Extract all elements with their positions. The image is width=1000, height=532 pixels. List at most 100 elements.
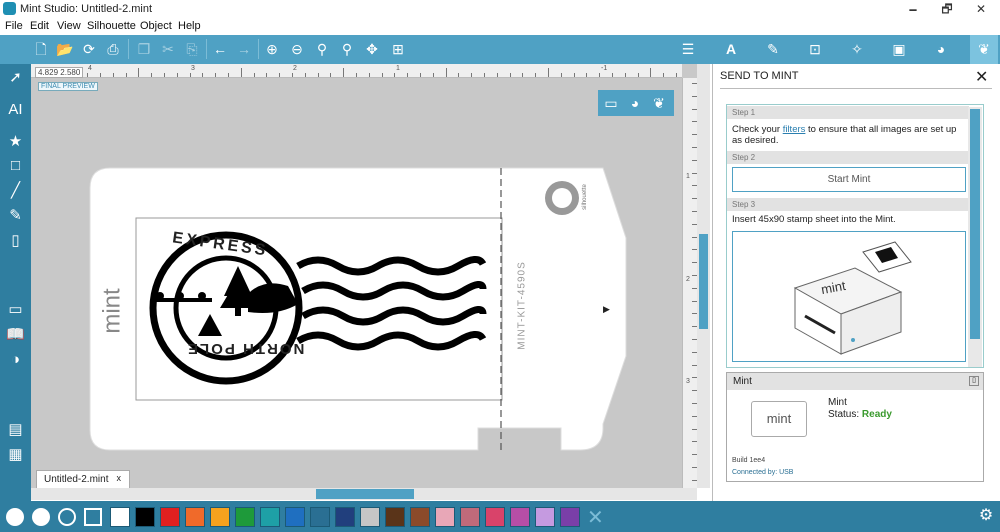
vertical-scrollbar[interactable] (697, 64, 710, 488)
palette-icon[interactable]: ◕ (932, 40, 950, 58)
menu-file[interactable]: File (5, 20, 23, 32)
new-file-icon[interactable]: 🗋 (32, 40, 50, 58)
redo-icon[interactable]: → (235, 40, 253, 58)
magic-wand-icon[interactable]: ✧ (848, 40, 866, 58)
color-swatch[interactable] (510, 507, 530, 527)
cut-icon[interactable]: ✂ (159, 40, 177, 58)
undo-icon[interactable]: ← (211, 40, 229, 58)
star-tool-icon[interactable]: ★ (5, 132, 26, 152)
line-style-icon[interactable]: ✎ (764, 40, 782, 58)
tab-close-icon[interactable]: x (117, 473, 122, 483)
color-palette-bar: ✕ (0, 501, 1000, 532)
color-swatch[interactable] (310, 507, 330, 527)
minimize-button[interactable]: 🗕 (896, 0, 930, 18)
maximize-button[interactable]: 🗗 (930, 0, 964, 18)
no-fill-icon[interactable] (58, 508, 76, 526)
text-tool-icon[interactable]: AI (5, 100, 26, 120)
select-tool-icon[interactable]: ➚ (5, 68, 26, 88)
build-label: Build 1ee4 (732, 457, 766, 464)
rectangle-tool-icon[interactable]: □ (5, 156, 26, 176)
design-view-icon[interactable]: ▭ (601, 93, 621, 113)
line-color-icon[interactable] (32, 508, 50, 526)
menu-help[interactable]: Help (178, 20, 201, 32)
main-toolbar: 🗋 📂 ⟳ ⎙ ❐ ✂ ⎘ ← → ⊕ ⊖ ⚲ ⚲ ✥ ⊞ ☰ A ✎ ⊡ ✧ … (0, 35, 1000, 64)
page-view-icon[interactable]: ▭ (5, 300, 26, 320)
color-swatch[interactable] (260, 507, 280, 527)
store-icon[interactable]: ◑ (5, 350, 26, 370)
color-swatch[interactable] (135, 507, 155, 527)
copy-icon[interactable]: ❐ (135, 40, 153, 58)
fit-to-page-icon[interactable]: ⊞ (389, 40, 407, 58)
panel-close-icon[interactable]: ✕ (975, 67, 988, 87)
color-swatch[interactable] (335, 507, 355, 527)
library-icon[interactable]: ⟳ (80, 40, 98, 58)
divider (720, 88, 992, 89)
horizontal-scrollbar[interactable] (31, 488, 697, 500)
eraser-tool-icon[interactable]: ▯ (5, 231, 26, 251)
color-swatch[interactable] (235, 507, 255, 527)
color-view-icon[interactable]: ◕ (625, 93, 645, 113)
crop-icon[interactable]: ⊡ (806, 40, 824, 58)
draw-tool-icon[interactable]: ✎ (5, 206, 26, 226)
fill-tool-icon[interactable] (6, 508, 24, 526)
vertical-scroll-thumb[interactable] (699, 234, 708, 329)
no-color-icon[interactable]: ✕ (587, 505, 604, 530)
print-icon[interactable]: ⎙ (104, 40, 122, 58)
start-mint-button[interactable]: Start Mint (732, 167, 966, 192)
color-swatch[interactable] (360, 507, 380, 527)
panel-scrollbar[interactable] (968, 107, 982, 367)
step1-label: Step 1 (727, 106, 969, 119)
menu-view[interactable]: View (57, 20, 81, 32)
final-preview-label: FINAL PREVIEW (38, 82, 98, 91)
zoom-drag-icon[interactable]: ⚲ (338, 40, 356, 58)
panel-scroll-thumb[interactable] (970, 109, 980, 339)
menu-silhouette[interactable]: Silhouette (87, 20, 136, 32)
line-tool-icon[interactable]: ╱ (5, 181, 26, 201)
paste-icon[interactable]: ⎘ (183, 40, 201, 58)
color-swatch[interactable] (485, 507, 505, 527)
window-title: Mint Studio: Untitled-2.mint (20, 3, 153, 15)
filters-link[interactable]: filters (783, 124, 806, 135)
color-swatch[interactable] (460, 507, 480, 527)
library-view-icon[interactable]: 📖 (5, 325, 26, 345)
device-header: Mint (727, 373, 983, 390)
mint-view-icon[interactable]: ❦ (649, 93, 669, 113)
fill-icon[interactable]: ▣ (890, 40, 908, 58)
step2-label: Step 2 (727, 151, 969, 164)
device-name: Mint (828, 397, 847, 408)
device-collapse-icon[interactable]: ▯ (969, 376, 979, 386)
menu-edit[interactable]: Edit (30, 20, 49, 32)
menu-object[interactable]: Object (140, 20, 172, 32)
split-view-icon[interactable]: ▦ (5, 445, 26, 465)
zoom-in-icon[interactable]: ⊕ (263, 40, 281, 58)
send-to-mint-icon[interactable]: ❦ (970, 35, 998, 64)
color-swatch-white[interactable] (110, 507, 130, 527)
settings-gear-icon[interactable]: ⚙ (977, 507, 995, 525)
layers-panel-icon[interactable]: ▤ (5, 420, 26, 440)
zoom-selection-icon[interactable]: ⚲ (313, 40, 331, 58)
close-button[interactable]: ✕ (964, 0, 998, 18)
color-swatch[interactable] (435, 507, 455, 527)
color-swatch[interactable] (210, 507, 230, 527)
title-bar: Mint Studio: Untitled-2.mint 🗕 🗗 ✕ (0, 0, 1000, 18)
transparency-icon[interactable] (84, 508, 102, 526)
text-style-icon[interactable]: A (722, 40, 740, 58)
color-swatch[interactable] (160, 507, 180, 527)
color-swatch[interactable] (535, 507, 555, 527)
open-folder-icon[interactable]: 📂 (56, 40, 74, 58)
zoom-out-icon[interactable]: ⊖ (288, 40, 306, 58)
stamp-card[interactable] (88, 166, 628, 456)
horizontal-scroll-thumb[interactable] (316, 489, 414, 499)
pan-icon[interactable]: ✥ (363, 40, 381, 58)
color-swatch[interactable] (185, 507, 205, 527)
document-tab[interactable]: Untitled-2.mint x (36, 470, 130, 488)
stamp-bottom-text: NORTH POLE (186, 340, 305, 357)
grid-lines-icon[interactable]: ☰ (679, 40, 697, 58)
mint-device-icon: mint (751, 401, 807, 437)
color-swatch[interactable] (560, 507, 580, 527)
color-swatch[interactable] (385, 507, 405, 527)
color-swatch[interactable] (285, 507, 305, 527)
step1-text: Check your filters to ensure that all im… (732, 124, 957, 146)
card-arrow-icon: ▶ (603, 304, 610, 314)
color-swatch[interactable] (410, 507, 430, 527)
